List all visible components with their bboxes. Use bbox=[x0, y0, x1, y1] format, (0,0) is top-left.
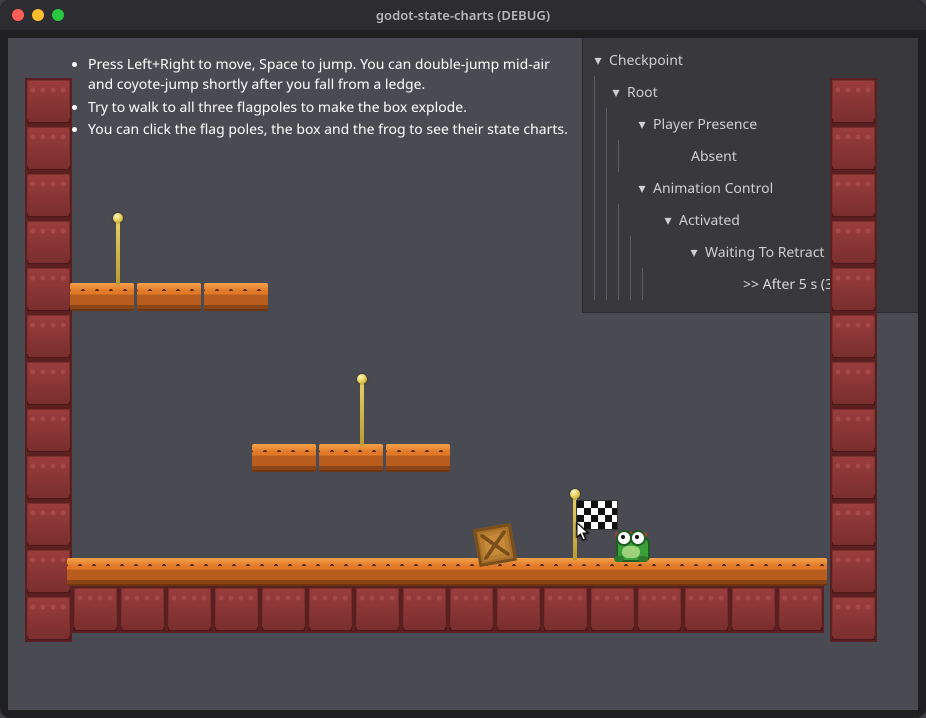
wall-tile bbox=[25, 78, 72, 125]
wall-tile bbox=[25, 125, 72, 172]
platform bbox=[70, 285, 134, 311]
platform bbox=[252, 446, 316, 472]
chevron-down-icon[interactable]: ▾ bbox=[635, 115, 649, 134]
platform bbox=[137, 285, 201, 311]
ground-platform bbox=[67, 560, 827, 586]
tree-label: Root bbox=[627, 83, 658, 102]
crate[interactable] bbox=[473, 523, 517, 567]
wall-tile bbox=[830, 454, 877, 501]
wall-tile bbox=[72, 586, 119, 633]
wall-tile bbox=[830, 172, 877, 219]
chevron-down-icon[interactable]: ▾ bbox=[661, 211, 675, 230]
wall-tile bbox=[166, 586, 213, 633]
wall-tile bbox=[401, 586, 448, 633]
wall-tile bbox=[830, 266, 877, 313]
maximize-icon[interactable] bbox=[52, 9, 64, 21]
wall-tile bbox=[448, 586, 495, 633]
wall-tile bbox=[25, 313, 72, 360]
wall-tile bbox=[25, 219, 72, 266]
window-controls bbox=[0, 9, 64, 21]
wall-tile bbox=[25, 548, 72, 595]
wall-tile bbox=[25, 595, 72, 642]
app-window: godot-state-charts (DEBUG) Press Left+Ri… bbox=[0, 0, 926, 718]
flagpole[interactable] bbox=[116, 221, 120, 285]
platform bbox=[204, 285, 268, 311]
game-viewport[interactable]: Press Left+Right to move, Space to jump.… bbox=[0, 30, 926, 718]
wall-tile bbox=[683, 586, 730, 633]
wall-tile bbox=[25, 501, 72, 548]
instructions-text: Press Left+Right to move, Space to jump.… bbox=[68, 53, 578, 142]
wall-tile bbox=[830, 78, 877, 125]
minimize-icon[interactable] bbox=[32, 9, 44, 21]
tree-label: Activated bbox=[679, 211, 740, 230]
wall-tile bbox=[830, 501, 877, 548]
wall-tile bbox=[25, 454, 72, 501]
flagpole[interactable] bbox=[360, 382, 364, 446]
instruction-line: Press Left+Right to move, Space to jump.… bbox=[88, 55, 578, 96]
wall-tile bbox=[354, 586, 401, 633]
wall-tile bbox=[260, 586, 307, 633]
wall-tile bbox=[307, 586, 354, 633]
tree-label: Absent bbox=[691, 147, 737, 166]
close-icon[interactable] bbox=[12, 9, 24, 21]
wall-tile bbox=[589, 586, 636, 633]
wall-tile bbox=[830, 360, 877, 407]
wall-tile bbox=[213, 586, 260, 633]
wall-tile bbox=[25, 266, 72, 313]
tree-label: Player Presence bbox=[653, 115, 757, 134]
wall-tile bbox=[495, 586, 542, 633]
window-title: godot-state-charts (DEBUG) bbox=[0, 6, 926, 24]
wall-tile bbox=[25, 172, 72, 219]
wall-tile bbox=[830, 407, 877, 454]
platform bbox=[386, 446, 450, 472]
checkered-flag-icon[interactable] bbox=[577, 501, 617, 529]
tree-node-checkpoint[interactable]: ▾ Checkpoint bbox=[583, 44, 918, 76]
wall-tile bbox=[830, 313, 877, 360]
titlebar[interactable]: godot-state-charts (DEBUG) bbox=[0, 0, 926, 30]
tree-label: Waiting To Retract bbox=[705, 243, 824, 262]
wall-tile bbox=[25, 407, 72, 454]
chevron-down-icon[interactable]: ▾ bbox=[609, 83, 623, 102]
wall-tile bbox=[119, 586, 166, 633]
tree-label: Checkpoint bbox=[609, 51, 683, 70]
wall-tile bbox=[777, 586, 824, 633]
wall-tile bbox=[830, 595, 877, 642]
wall-tile bbox=[542, 586, 589, 633]
chevron-down-icon[interactable]: ▾ bbox=[591, 51, 605, 70]
wall-tile bbox=[830, 219, 877, 266]
wall-tile bbox=[730, 586, 777, 633]
instruction-line: Try to walk to all three flagpoles to ma… bbox=[88, 98, 578, 118]
wall-tile bbox=[25, 360, 72, 407]
wall-tile bbox=[830, 125, 877, 172]
tree-label: Animation Control bbox=[653, 179, 773, 198]
wall-tile bbox=[636, 586, 683, 633]
platform bbox=[319, 446, 383, 472]
chevron-down-icon[interactable]: ▾ bbox=[687, 243, 701, 262]
instruction-line: You can click the flag poles, the box an… bbox=[88, 120, 578, 140]
chevron-down-icon[interactable]: ▾ bbox=[635, 179, 649, 198]
wall-tile bbox=[830, 548, 877, 595]
frog-player[interactable] bbox=[612, 528, 650, 560]
